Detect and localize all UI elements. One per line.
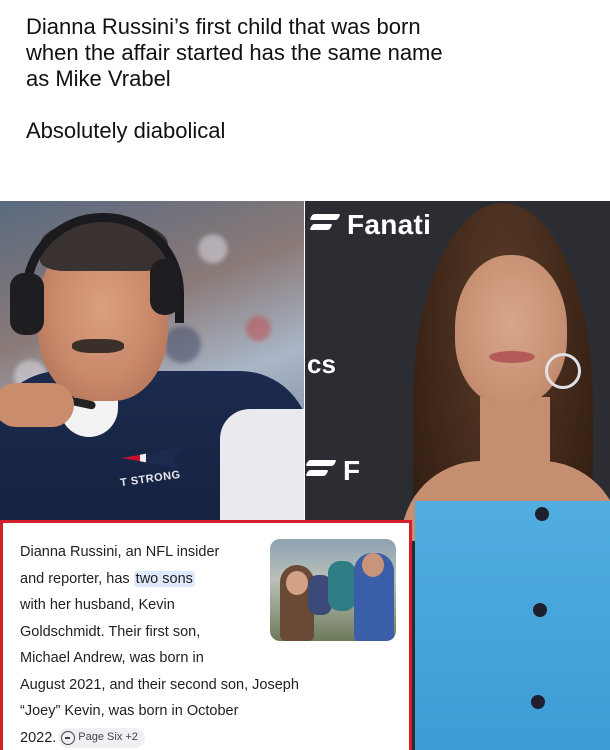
answer-line: Michael Andrew, was born in: [20, 650, 204, 666]
fanatics-flag-icon: [311, 210, 341, 240]
answer-text-fragment: 2022.: [20, 729, 57, 746]
answer-line: August 2021, and their second son, Josep…: [20, 676, 299, 693]
answer-line: 2022. Page Six +2: [20, 725, 264, 750]
meme-caption: Dianna Russini’s first child that was bo…: [26, 14, 586, 144]
woman-neck: [480, 397, 550, 507]
answer-line: “Joey” Kevin, was born in October: [20, 703, 239, 719]
source-chip[interactable]: Page Six +2: [58, 727, 145, 748]
caption-punchline: Absolutely diabolical: [26, 118, 226, 143]
fanatics-logo: Fanati: [311, 209, 431, 241]
family-photo-thumbnail[interactable]: [270, 539, 396, 641]
source-favicon-icon: [61, 730, 76, 745]
highlighted-phrase: two sons: [133, 570, 195, 587]
fanatics-logo: F: [307, 455, 360, 487]
answer-line: Dianna Russini, an NFL insider: [20, 544, 220, 560]
caption-line: Dianna Russini’s first child that was bo…: [26, 14, 421, 39]
mustache: [72, 339, 124, 353]
search-answer-card: Dianna Russini, an NFL insider and repor…: [0, 520, 412, 750]
backdrop-text: F: [343, 455, 361, 486]
answer-text: Dianna Russini, an NFL insider and repor…: [20, 539, 299, 750]
answer-text-fragment: and reporter, has: [20, 570, 134, 587]
answer-line: with her husband, Kevin: [20, 597, 175, 613]
dress-button: [533, 603, 547, 617]
answer-line: and reporter, has two sons: [20, 566, 264, 593]
coach-hand: [0, 383, 74, 427]
jacket-sleeve: [220, 409, 304, 520]
earring-icon: [545, 353, 581, 389]
thumbnail-woman-face: [286, 571, 308, 595]
backdrop-text: Fanati: [347, 209, 432, 240]
answer-line: Goldschmidt. Their first son,: [20, 623, 201, 640]
fanatics-flag-icon: [307, 456, 337, 486]
blue-dress: [415, 501, 610, 750]
woman-smile: [489, 351, 535, 363]
thumbnail-child: [328, 561, 356, 611]
coach-photo: T STRONG: [0, 201, 304, 520]
dress-button: [531, 695, 545, 709]
dress-button: [535, 507, 549, 521]
source-label: Page Six +2: [78, 731, 138, 744]
backdrop-text: cs: [307, 349, 336, 379]
headset-earcup-right: [150, 259, 180, 315]
caption-line: when the affair started has the same nam…: [26, 40, 443, 65]
thumbnail-man-face: [362, 553, 384, 577]
headset-earcup-left: [10, 273, 44, 335]
caption-line: as Mike Vrabel: [26, 66, 171, 91]
